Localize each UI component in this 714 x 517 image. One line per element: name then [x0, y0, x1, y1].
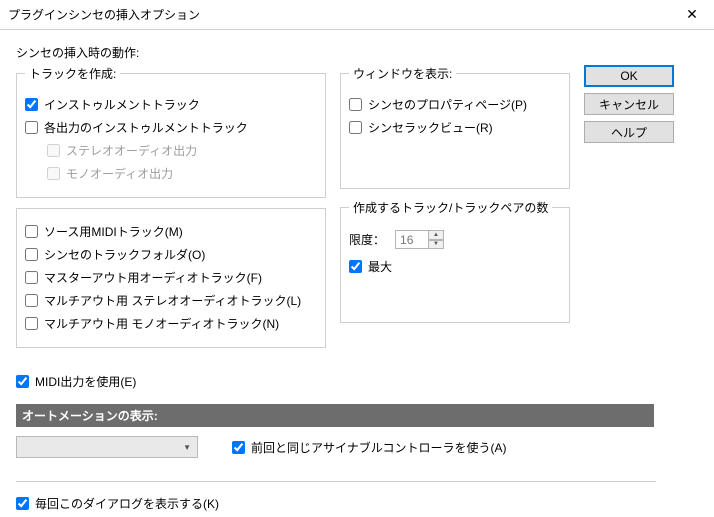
chk-synth-track-folder[interactable]: シンセのトラックフォルダ(O): [25, 245, 317, 263]
chk-source-midi-track-box[interactable]: [25, 225, 38, 238]
automation-section-title: オートメーションの表示:: [16, 404, 654, 427]
chevron-down-icon: ▼: [183, 443, 191, 452]
group-more-tracks: ソース用MIDIトラック(M) シンセのトラックフォルダ(O) マスターアウト用…: [16, 208, 326, 348]
chk-stereo-audio-out: ステレオオーディオ出力: [47, 141, 317, 159]
window-title: プラグインシンセの挿入オプション: [8, 6, 200, 23]
chk-per-output-track-box[interactable]: [25, 121, 38, 134]
limit-row: 限度： ▲ ▼: [349, 230, 561, 249]
group-show-window: ウィンドウを表示: シンセのプロパティページ(P) シンセラックビュー(R): [340, 65, 570, 189]
chk-synth-rack-view-label: シンセラックビュー(R): [368, 119, 493, 136]
spinner-arrows: ▲ ▼: [429, 230, 444, 249]
chk-stereo-audio-out-label: ステレオオーディオ出力: [66, 142, 197, 159]
group-show-window-legend: ウィンドウを表示:: [349, 65, 456, 82]
spinner-up[interactable]: ▲: [429, 230, 444, 240]
close-button[interactable]: ✕: [670, 0, 714, 30]
limit-value-input[interactable]: [395, 230, 429, 249]
chk-source-midi-track-label: ソース用MIDIトラック(M): [44, 223, 183, 240]
chk-use-prev-assignable-label: 前回と同じアサイナブルコントローラを使う(A): [251, 439, 507, 456]
chk-synth-rack-view-box[interactable]: [349, 121, 362, 134]
group-create-tracks: トラックを作成: インストゥルメントトラック 各出力のインストゥルメントトラック…: [16, 65, 326, 198]
close-icon: ✕: [686, 6, 698, 23]
chk-multiout-mono[interactable]: マルチアウト用 モノオーディオトラック(N): [25, 314, 317, 332]
chk-midi-out[interactable]: MIDI出力を使用(E): [16, 372, 698, 390]
chk-synth-track-folder-label: シンセのトラックフォルダ(O): [44, 246, 205, 263]
chk-stereo-audio-out-box: [47, 144, 60, 157]
chk-instrument-track-box[interactable]: [25, 98, 38, 111]
chk-multiout-stereo[interactable]: マルチアウト用 ステレオオーディオトラック(L): [25, 291, 317, 309]
chk-multiout-stereo-box[interactable]: [25, 294, 38, 307]
chk-synth-property-page-label: シンセのプロパティページ(P): [368, 96, 527, 113]
titlebar: プラグインシンセの挿入オプション ✕: [0, 0, 714, 30]
chk-multiout-mono-label: マルチアウト用 モノオーディオトラック(N): [44, 315, 279, 332]
middle-column: ウィンドウを表示: シンセのプロパティページ(P) シンセラックビュー(R) 作…: [340, 65, 570, 358]
chk-synth-rack-view[interactable]: シンセラックビュー(R): [349, 118, 561, 136]
chk-per-output-track-label: 各出力のインストゥルメントトラック: [44, 119, 248, 136]
group-pair-count: 作成するトラック/トラックペアの数 限度： ▲ ▼ 最大: [340, 199, 570, 323]
group-pair-count-legend: 作成するトラック/トラックペアの数: [349, 199, 552, 216]
chk-always-show-label: 毎回このダイアログを表示する(K): [35, 495, 219, 512]
group-create-tracks-legend: トラックを作成:: [25, 65, 120, 82]
main-label: シンセの挿入時の動作:: [16, 44, 698, 61]
ok-button[interactable]: OK: [584, 65, 674, 87]
chk-master-out-audio-track-label: マスターアウト用オーディオトラック(F): [44, 269, 262, 286]
help-button[interactable]: ヘルプ: [584, 121, 674, 143]
chk-source-midi-track[interactable]: ソース用MIDIトラック(M): [25, 222, 317, 240]
chk-use-prev-assignable[interactable]: 前回と同じアサイナブルコントローラを使う(A): [232, 438, 507, 456]
chk-instrument-track-label: インストゥルメントトラック: [44, 96, 200, 113]
limit-label: 限度：: [349, 231, 385, 248]
chk-multiout-stereo-label: マルチアウト用 ステレオオーディオトラック(L): [44, 292, 301, 309]
chk-instrument-track[interactable]: インストゥルメントトラック: [25, 95, 317, 113]
cancel-button[interactable]: キャンセル: [584, 93, 674, 115]
dialog-content: シンセの挿入時の動作: トラックを作成: インストゥルメントトラック 各出力のイ…: [0, 30, 714, 517]
chk-master-out-audio-track-box[interactable]: [25, 271, 38, 284]
chk-max-box[interactable]: [349, 260, 362, 273]
automation-row: ▼ 前回と同じアサイナブルコントローラを使う(A): [16, 433, 698, 461]
limit-spinner[interactable]: ▲ ▼: [395, 230, 444, 249]
chk-mono-audio-out-box: [47, 167, 60, 180]
chk-always-show[interactable]: 毎回このダイアログを表示する(K): [16, 494, 698, 512]
chk-mono-audio-out: モノオーディオ出力: [47, 164, 317, 182]
chk-per-output-track[interactable]: 各出力のインストゥルメントトラック: [25, 118, 317, 136]
chk-mono-audio-out-label: モノオーディオ出力: [66, 165, 173, 182]
separator: [16, 481, 656, 482]
left-column: トラックを作成: インストゥルメントトラック 各出力のインストゥルメントトラック…: [16, 65, 326, 358]
automation-dropdown[interactable]: ▼: [16, 436, 198, 458]
chk-always-show-box[interactable]: [16, 497, 29, 510]
chk-synth-property-page-box[interactable]: [349, 98, 362, 111]
spinner-down[interactable]: ▼: [429, 240, 444, 250]
columns: トラックを作成: インストゥルメントトラック 各出力のインストゥルメントトラック…: [16, 65, 698, 358]
chk-synth-property-page[interactable]: シンセのプロパティページ(P): [349, 95, 561, 113]
chk-midi-out-box[interactable]: [16, 375, 29, 388]
chk-synth-track-folder-box[interactable]: [25, 248, 38, 261]
chk-master-out-audio-track[interactable]: マスターアウト用オーディオトラック(F): [25, 268, 317, 286]
chk-midi-out-label: MIDI出力を使用(E): [35, 373, 136, 390]
chk-multiout-mono-box[interactable]: [25, 317, 38, 330]
chk-max[interactable]: 最大: [349, 257, 561, 275]
chk-max-label: 最大: [368, 258, 392, 275]
chk-use-prev-assignable-box[interactable]: [232, 441, 245, 454]
right-column: OK キャンセル ヘルプ: [584, 65, 674, 358]
